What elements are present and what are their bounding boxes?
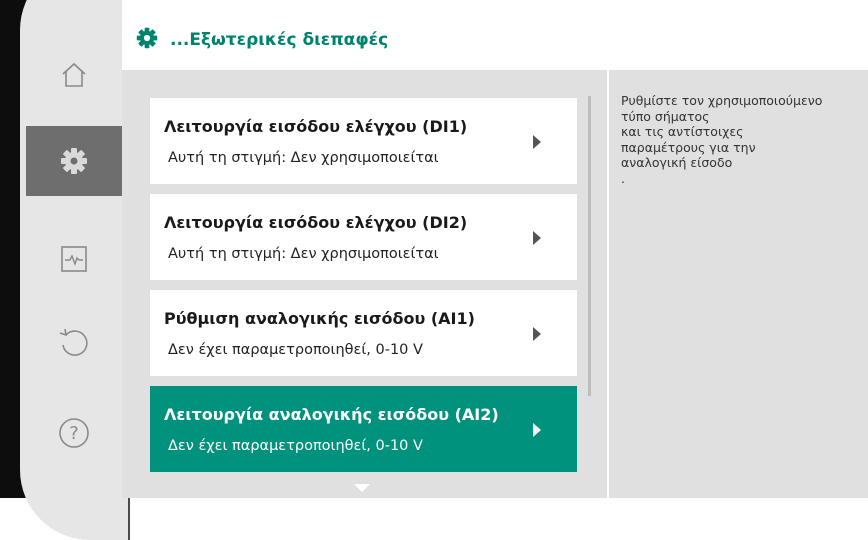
pulse-icon xyxy=(61,246,87,272)
list-item-subtitle: Δεν έχει παραμετροποιηθεί, 0-10 V xyxy=(168,438,423,454)
list-item-title: Λειτουργία αναλογικής εισόδου (AI2) xyxy=(164,405,499,424)
gear-icon xyxy=(136,27,158,49)
question-icon: ? xyxy=(59,418,89,448)
list-item-title: Λειτουργία εισόδου ελέγχου (DI2) xyxy=(164,213,468,232)
help-panel: Ρυθμίστε τον χρησιμοποιούμενο τύπο σήματ… xyxy=(609,70,868,498)
main-list: Λειτουργία εισόδου ελέγχου (DI1) Αυτή τη… xyxy=(122,70,607,498)
chevron-right-icon xyxy=(533,423,541,437)
list-item-di1[interactable]: Λειτουργία εισόδου ελέγχου (DI1) Αυτή τη… xyxy=(150,98,577,184)
chevron-right-icon xyxy=(533,231,541,245)
chevron-right-icon xyxy=(533,327,541,341)
list-item-title: Λειτουργία εισόδου ελέγχου (DI1) xyxy=(164,117,468,136)
svg-text:?: ? xyxy=(69,423,79,444)
page-title: ...Εξωτερικές διεπαφές xyxy=(170,30,389,50)
sidebar: ? xyxy=(0,0,130,540)
chevron-right-icon xyxy=(533,135,541,149)
list-item-di2[interactable]: Λειτουργία εισόδου ελέγχου (DI2) Αυτή τη… xyxy=(150,194,577,280)
chevron-down-icon[interactable] xyxy=(354,484,370,492)
sidebar-item-home[interactable] xyxy=(26,40,122,110)
list-item-subtitle: Αυτή τη στιγμή: Δεν χρησιμοποιείται xyxy=(168,150,439,166)
list-item-subtitle: Δεν έχει παραμετροποιηθεί, 0-10 V xyxy=(168,342,423,358)
list-item-ai2[interactable]: Λειτουργία αναλογικής εισόδου (AI2) Δεν … xyxy=(150,386,577,472)
help-text: Ρυθμίστε τον χρησιμοποιούμενο τύπο σήματ… xyxy=(621,93,823,186)
scrollbar[interactable] xyxy=(588,96,591,396)
header: ...Εξωτερικές διεπαφές xyxy=(122,0,868,70)
undo-icon xyxy=(59,328,88,356)
list-item-subtitle: Αυτή τη στιγμή: Δεν χρησιμοποιείται xyxy=(168,246,439,262)
sidebar-item-diagnostics[interactable] xyxy=(26,224,122,294)
sidebar-item-help[interactable]: ? xyxy=(26,398,122,468)
home-icon xyxy=(62,62,86,87)
list-item-title: Ρύθμιση αναλογικής εισόδου (AI1) xyxy=(164,309,475,328)
list-item-ai1[interactable]: Ρύθμιση αναλογικής εισόδου (AI1) Δεν έχε… xyxy=(150,290,577,376)
sidebar-item-restore[interactable] xyxy=(26,308,122,378)
gear-icon xyxy=(61,148,87,174)
sidebar-item-settings[interactable] xyxy=(26,126,122,196)
